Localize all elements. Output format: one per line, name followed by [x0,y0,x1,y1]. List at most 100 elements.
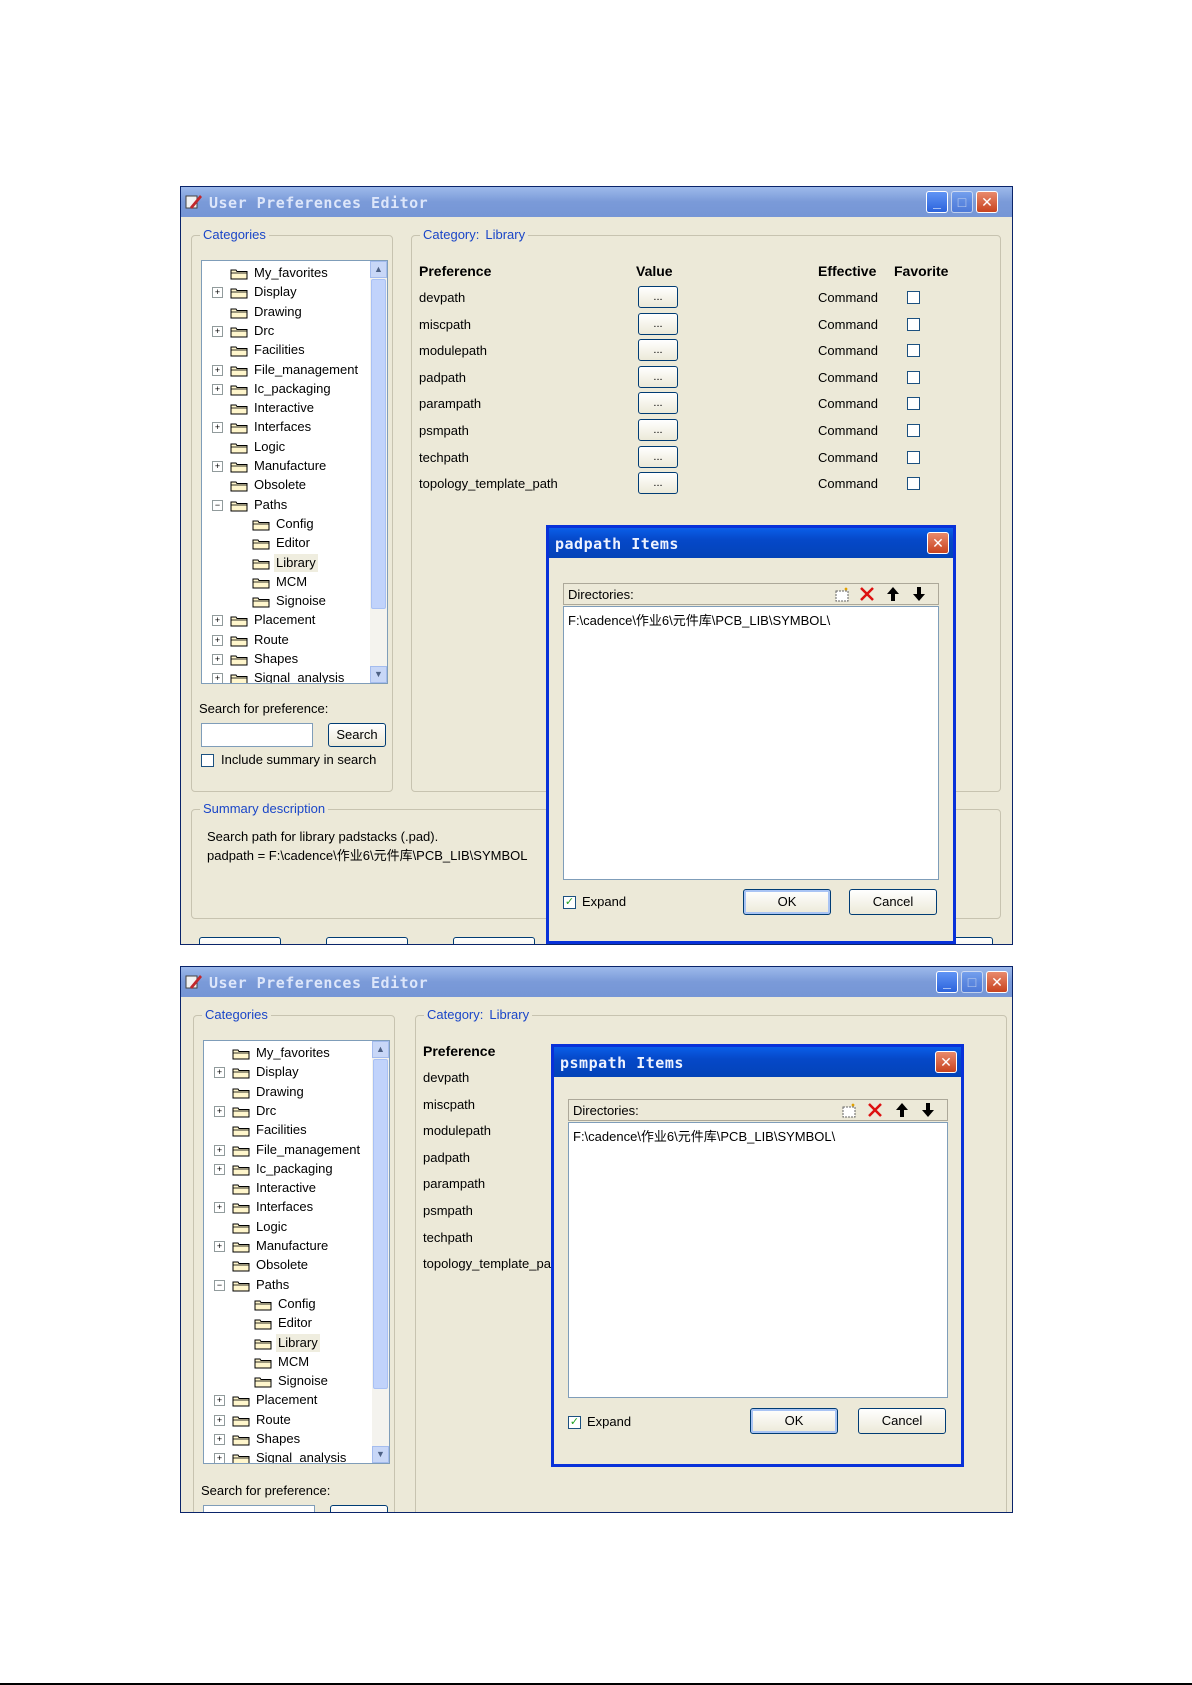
tree-item[interactable]: Facilities [214,1121,374,1139]
expand-plus-icon[interactable]: + [214,1105,225,1117]
tree-item[interactable]: Config [212,515,372,533]
tree-item[interactable]: MCM [214,1353,374,1371]
expand-plus-icon[interactable]: + [212,461,223,472]
value-edit-button[interactable]: ... [638,365,678,388]
search-button[interactable] [330,1505,388,1512]
tree-item[interactable]: Facilities [212,341,372,359]
favorite-checkbox[interactable] [907,344,920,358]
expand-plus-icon[interactable]: + [214,1163,225,1175]
expand-plus-icon[interactable]: + [214,1067,225,1079]
tree-item[interactable]: Interactive [214,1179,374,1197]
maximize-button[interactable]: □ [961,971,983,993]
bottom-button-2[interactable] [326,937,408,944]
tree-item[interactable]: + File_management [212,361,372,379]
tree-item[interactable]: + Display [214,1063,374,1081]
delete-x-icon[interactable] [859,586,875,602]
tree-item[interactable]: My_favorites [212,264,372,282]
tree-item[interactable]: − Paths [212,496,372,514]
arrow-down-icon[interactable] [912,586,926,602]
ok-button[interactable]: OK [743,889,831,915]
tree-item[interactable]: Drawing [214,1083,374,1101]
minimize-button[interactable]: _ [936,971,958,993]
favorite-checkbox[interactable] [907,424,920,437]
bottom-button-3[interactable] [453,937,535,944]
tree-item[interactable]: + Drc [214,1102,374,1120]
value-edit-button[interactable]: ... [638,312,678,335]
tree-item[interactable]: + Signal_analysis [214,1449,374,1463]
favorite-checkbox[interactable] [907,370,920,384]
tree-item[interactable]: Obsolete [212,476,372,494]
expand-checkbox[interactable]: ✓ [563,896,576,909]
expand-plus-icon[interactable]: + [214,1414,225,1426]
value-edit-button[interactable]: ... [638,392,678,415]
value-edit-button[interactable]: ... [638,445,678,468]
value-edit-button[interactable]: ... [638,472,678,495]
tree-item[interactable]: Logic [212,438,372,456]
search-input[interactable] [201,723,313,747]
tree-item[interactable]: + Placement [212,611,372,629]
expand-plus-icon[interactable]: + [212,422,223,434]
expand-plus-icon[interactable]: + [212,654,223,665]
tree-item[interactable]: Config [214,1295,374,1313]
arrow-up-icon[interactable] [895,1102,909,1118]
expand-checkbox[interactable]: ✓ [568,1416,581,1429]
scroll-down-icon[interactable]: ▼ [370,666,387,683]
tree-item[interactable]: Editor [214,1314,374,1332]
arrow-up-icon[interactable] [886,586,900,602]
expand-plus-icon[interactable]: + [214,1434,225,1445]
value-edit-button[interactable]: ... [638,339,678,362]
value-edit-button[interactable]: ... [638,286,678,308]
tree-scrollbar[interactable]: ▲ ▼ [370,261,387,683]
tree-item[interactable]: Library [212,553,372,572]
favorite-checkbox[interactable] [907,317,920,331]
search-button[interactable]: Search [328,723,386,747]
cancel-button[interactable]: Cancel [849,889,937,915]
tree-item[interactable]: + Shapes [214,1430,374,1448]
scroll-thumb[interactable] [371,279,386,609]
expand-plus-icon[interactable]: + [212,364,223,376]
close-button[interactable]: ✕ [976,191,998,213]
favorite-checkbox[interactable] [907,477,920,491]
ok-button[interactable]: OK [750,1408,838,1434]
include-summary-checkbox[interactable] [201,754,214,767]
tree-item[interactable]: + Route [212,631,372,649]
tree-item[interactable]: Signoise [212,592,372,610]
tree-item[interactable]: + Manufacture [214,1237,374,1255]
directories-list[interactable]: F:\cadence\作业6\元件库\PCB_LIB\SYMBOL\ [568,1122,948,1398]
expand-plus-icon[interactable]: + [212,615,223,627]
collapse-minus-icon[interactable]: − [212,499,223,511]
tree-item[interactable]: + Placement [214,1391,374,1409]
expand-plus-icon[interactable]: + [214,1453,225,1463]
tree-item[interactable]: + Signal_analysis [212,669,372,683]
close-button[interactable]: ✕ [986,971,1008,993]
directory-entry[interactable]: F:\cadence\作业6\元件库\PCB_LIB\SYMBOL\ [568,610,830,629]
cancel-button[interactable]: Cancel [858,1408,946,1434]
tree-item[interactable]: + Shapes [212,650,372,668]
favorite-checkbox[interactable] [907,291,920,304]
tree-item[interactable]: MCM [212,573,372,591]
favorite-checkbox[interactable] [907,450,920,464]
tree-item[interactable]: My_favorites [214,1044,374,1062]
dialog-close-button[interactable]: ✕ [927,532,949,554]
value-edit-button[interactable]: ... [638,419,678,441]
tree-item[interactable]: + Ic_packaging [212,380,372,398]
tree-item[interactable]: + Route [214,1411,374,1429]
expand-plus-icon[interactable]: + [212,287,223,299]
bottom-button-1[interactable] [199,937,281,944]
tree-item[interactable]: Obsolete [214,1256,374,1274]
scroll-up-icon[interactable]: ▲ [370,261,387,278]
directories-list[interactable]: F:\cadence\作业6\元件库\PCB_LIB\SYMBOL\ [563,606,939,880]
maximize-button[interactable]: □ [951,191,973,213]
tree-scrollbar[interactable]: ▲ ▼ [372,1041,389,1463]
expand-plus-icon[interactable]: + [214,1144,225,1156]
tree-item[interactable]: Interactive [212,399,372,417]
minimize-button[interactable]: _ [926,191,948,213]
favorite-checkbox[interactable] [907,397,920,411]
scroll-down-icon[interactable]: ▼ [372,1446,389,1463]
tree-item[interactable]: + Manufacture [212,457,372,475]
tree-item[interactable]: Signoise [214,1372,374,1390]
tree-item[interactable]: + Interfaces [214,1198,374,1216]
scroll-thumb[interactable] [373,1059,388,1389]
tree-item[interactable]: + Ic_packaging [214,1160,374,1178]
category-tree[interactable]: + Signal_analysis + Shapes + Route + Placement S… [203,1040,390,1464]
